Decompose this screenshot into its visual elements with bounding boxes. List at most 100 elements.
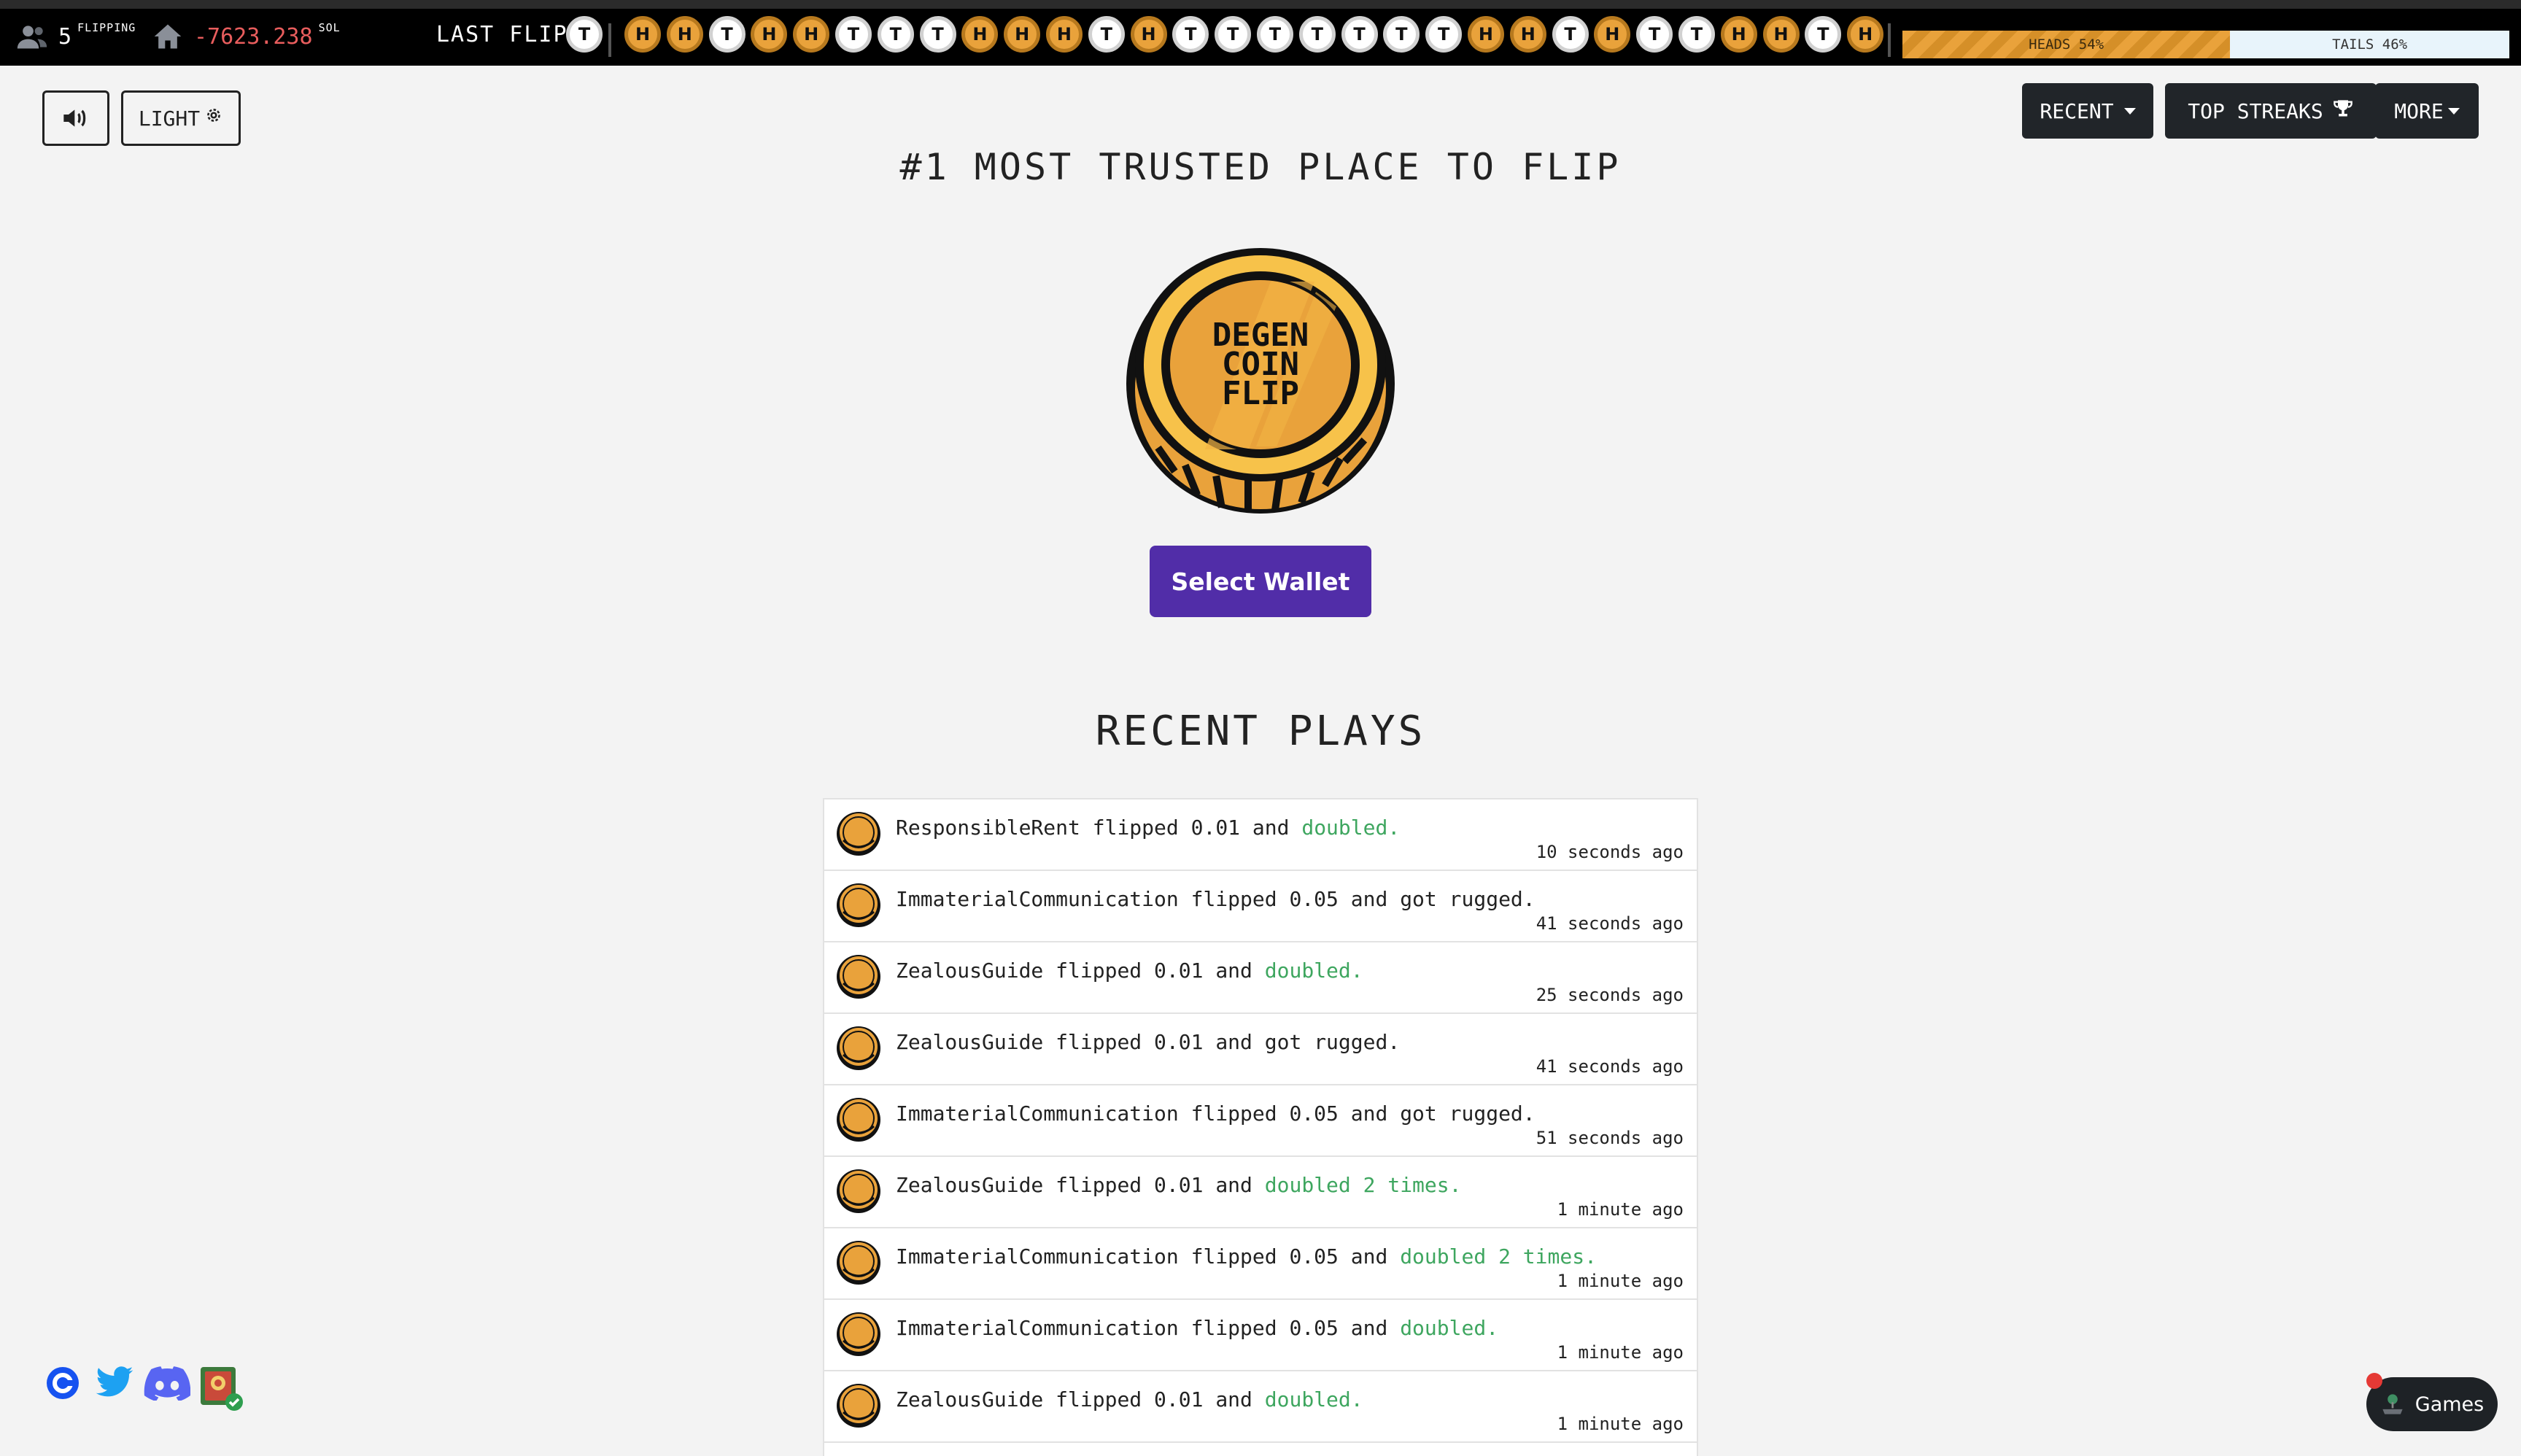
flip-coin-heads: H [1130, 16, 1167, 53]
flip-coin-tails: T [1256, 16, 1293, 53]
gear-icon [207, 109, 221, 122]
flip-coin-heads: H [751, 16, 788, 53]
play-and: and [1350, 887, 1388, 911]
coinbase-icon [47, 1367, 79, 1399]
play-and: and [1252, 816, 1290, 840]
play-amount: 0.05 [1289, 1101, 1339, 1126]
play-verb: flipped [1190, 1244, 1277, 1269]
top-streaks-label: TOP STREAKS [2188, 98, 2323, 123]
house-balance: -7623.238 SOL [152, 20, 341, 53]
flip-coin-heads: H [1509, 16, 1546, 53]
twitter-icon [96, 1366, 133, 1397]
flip-coin-tails: T [566, 16, 603, 53]
play-and: and [1350, 1316, 1388, 1340]
chevron-down-icon [2447, 107, 2460, 115]
flip-coin-tails: T [1805, 16, 1842, 53]
play-verb: flipped [1190, 1101, 1277, 1126]
discord-icon [144, 1366, 190, 1401]
recent-play-row: ZealousGuide flipped 0.01 and doubled 2 … [824, 1157, 1697, 1228]
play-outcome: doubled. [1301, 816, 1401, 840]
recent-plays-title: RECENT PLAYS [1095, 708, 1426, 755]
heads-bar: HEADS 54% [1902, 31, 2231, 58]
verified-link[interactable] [198, 1366, 244, 1411]
theme-label: LIGHT [138, 106, 201, 131]
coin-icon [837, 1384, 880, 1428]
discord-link[interactable] [143, 1364, 191, 1402]
flip-coin-tails: T [919, 16, 956, 53]
joystick-icon [2382, 1394, 2403, 1414]
recent-label: RECENT [2040, 98, 2114, 123]
flip-coin-tails: T [1425, 16, 1463, 53]
flip-coin-tails: T [834, 16, 872, 53]
flip-divider [608, 23, 611, 57]
flip-coin-tails: T [1215, 16, 1252, 53]
flip-coin-heads: H [624, 16, 661, 53]
play-outcome: got rugged. [1400, 1101, 1536, 1126]
flip-coin-tails: T [1341, 16, 1378, 53]
flip-coin-heads: H [1045, 16, 1083, 53]
play-and: and [1215, 1030, 1252, 1054]
play-timestamp: 1 minute ago [1557, 1271, 1684, 1291]
select-wallet-button[interactable]: Select Wallet [1150, 546, 1371, 617]
play-user: ImmaterialCommunication [896, 887, 1179, 911]
users-icon [17, 26, 47, 49]
flip-coin-heads: H [1762, 16, 1800, 53]
coin-icon [837, 1098, 880, 1142]
play-timestamp: 51 seconds ago [1536, 1128, 1684, 1148]
top-streaks-button[interactable]: TOP STREAKS [2165, 83, 2377, 139]
play-outcome: doubled. [1264, 959, 1363, 983]
play-amount: 0.01 [1154, 959, 1204, 983]
play-timestamp: 10 seconds ago [1536, 842, 1684, 862]
volume-up-icon [63, 109, 86, 127]
play-user: ZealousGuide [896, 1030, 1044, 1054]
twitter-link[interactable] [93, 1364, 136, 1402]
chevron-down-icon [2123, 107, 2136, 115]
degen-coin-logo: DEGEN COIN FLIP [1126, 248, 1395, 514]
flip-coin-tails: T [1636, 16, 1673, 53]
play-user: ResponsibleRent [896, 816, 1080, 840]
play-amount: 0.01 [1190, 816, 1241, 840]
flip-coin-tails: T [1172, 16, 1209, 53]
coinbase-link[interactable] [44, 1364, 82, 1402]
coin-icon [837, 1312, 880, 1356]
play-user: ImmaterialCommunication [896, 1244, 1179, 1269]
play-user: ImmaterialCommunication [896, 1101, 1179, 1126]
flip-coin-heads: H [1004, 16, 1041, 53]
recent-plays-list: ResponsibleRent flipped 0.01 and doubled… [823, 798, 1698, 1456]
recent-play-row: ImmaterialCommunication flipped 0.05 and… [824, 1228, 1697, 1300]
play-outcome: got rugged. [1400, 887, 1536, 911]
play-verb: flipped [1190, 887, 1277, 911]
recent-play-row: ImmaterialCommunication flipped 0.05 and… [824, 1085, 1697, 1157]
play-timestamp: 25 seconds ago [1536, 985, 1684, 1005]
play-verb: flipped [1056, 959, 1142, 983]
coin-icon [837, 1169, 880, 1213]
play-outcome: doubled. [1264, 1387, 1363, 1412]
more-dropdown-button[interactable]: MORE [2375, 83, 2479, 139]
more-label: MORE [2394, 98, 2444, 123]
play-verb: flipped [1056, 1030, 1142, 1054]
play-amount: 0.05 [1289, 1316, 1339, 1340]
play-amount: 0.05 [1289, 887, 1339, 911]
coin-icon [837, 883, 880, 927]
sound-toggle-button[interactable] [42, 90, 109, 146]
flip-coin-heads: H [666, 16, 703, 53]
recent-dropdown-button[interactable]: RECENT [2022, 83, 2153, 139]
theme-toggle-button[interactable]: LIGHT [121, 90, 241, 146]
flip-coin-tails: T [1298, 16, 1336, 53]
coin-icon [837, 812, 880, 856]
recent-play-row: ResponsibleRent flipped 0.01 and doubled… [824, 799, 1697, 871]
flip-coin-heads: H [1847, 16, 1884, 53]
tails-bar: TAILS 46% [2230, 31, 2509, 58]
play-and: and [1215, 1387, 1252, 1412]
play-outcome: got rugged. [1264, 1030, 1401, 1054]
play-description: ZealousGuide flipped 0.01 and got rugged… [896, 1030, 1400, 1054]
games-button[interactable]: Games [2366, 1377, 2498, 1431]
play-amount: 0.01 [1154, 1387, 1204, 1412]
play-amount: 0.01 [1154, 1030, 1204, 1054]
top-ticker-bar: 5 FLIPPING -7623.238 SOL LAST FLIPS THHT… [0, 0, 2521, 66]
play-amount: 0.05 [1289, 1244, 1339, 1269]
last-flips-strip: THHTHHTTTHHHTHTTTTTTTHHTHTTHHTH [566, 16, 1889, 53]
play-user: ImmaterialCommunication [896, 1316, 1179, 1340]
games-label: Games [2414, 1393, 2485, 1416]
play-description: ImmaterialCommunication flipped 0.05 and… [896, 1101, 1536, 1126]
